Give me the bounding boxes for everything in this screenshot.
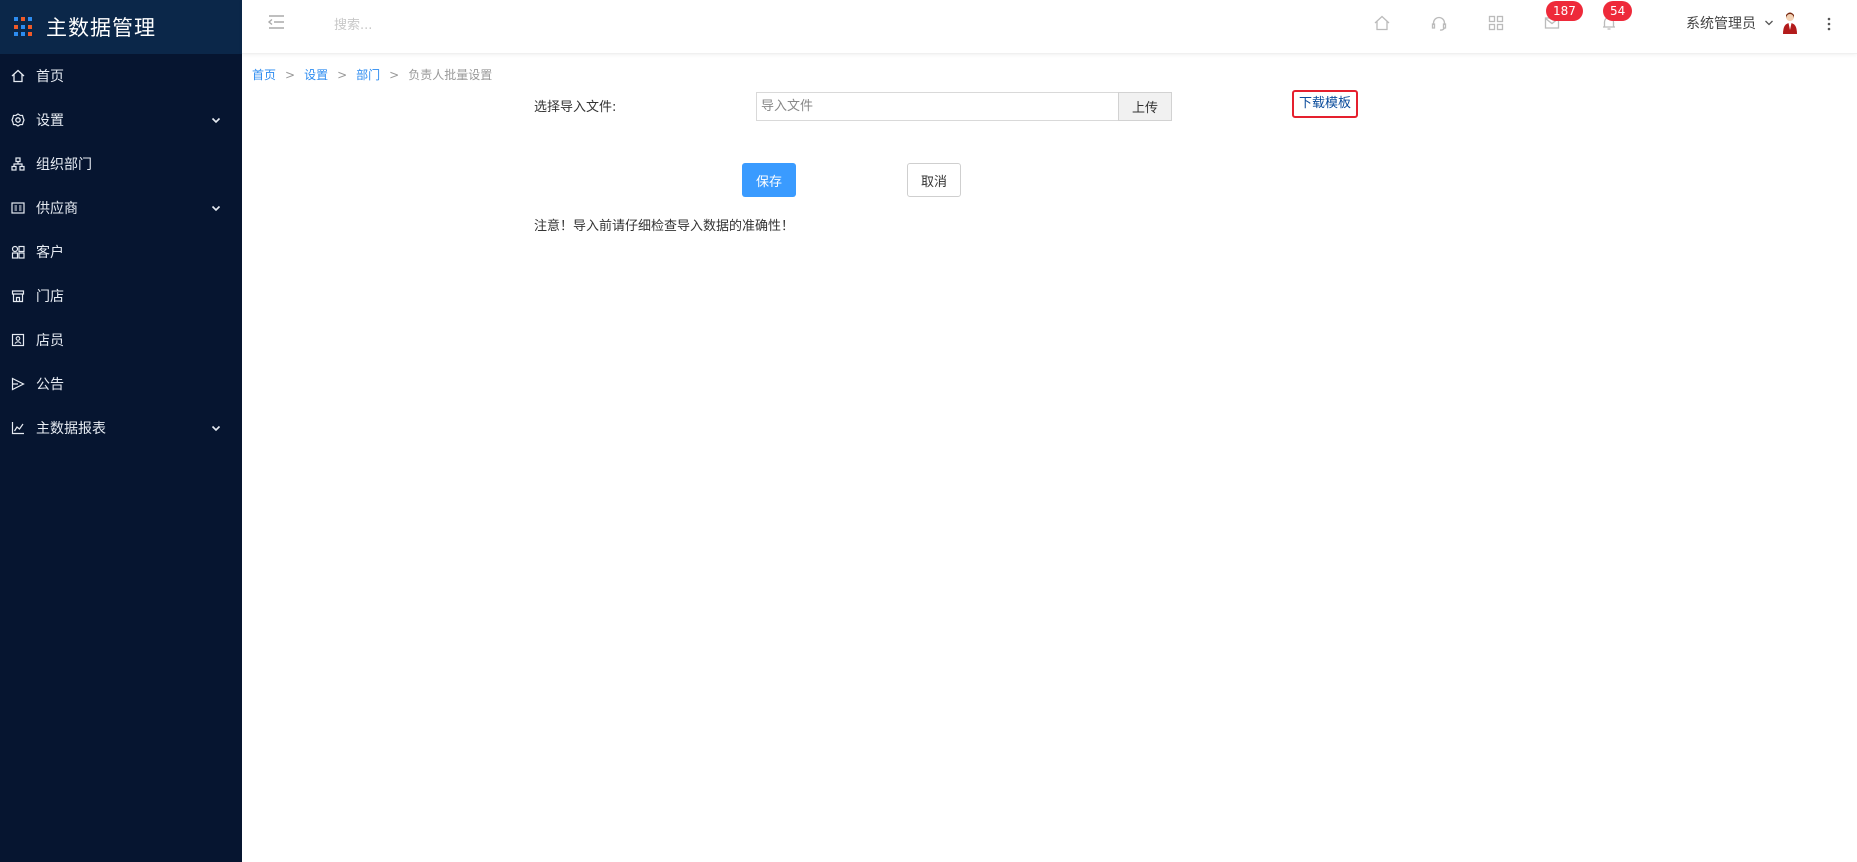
staff-badge-icon — [10, 332, 26, 348]
file-select-label: 选择导入文件: — [534, 100, 617, 115]
app-title: 主数据管理 — [46, 16, 156, 40]
import-file-input[interactable] — [756, 92, 1118, 121]
sidebar-item-settings[interactable]: 设置 — [0, 98, 242, 142]
sidebar-item-label: 供应商 — [36, 201, 78, 217]
breadcrumb-separator: > — [285, 67, 296, 82]
sidebar-item-home[interactable]: 首页 — [0, 54, 242, 98]
breadcrumb-separator: > — [389, 67, 400, 82]
search-input[interactable] — [332, 12, 616, 38]
store-icon — [10, 288, 26, 304]
home-icon[interactable] — [1373, 14, 1391, 32]
announcement-icon — [10, 376, 26, 392]
sidebar-item-label: 设置 — [36, 113, 64, 129]
sidebar-item-label: 主数据报表 — [36, 421, 106, 437]
sidebar: 主数据管理 首页 设置 组织部门 供应商 客户 门店 店员 公告 主数据报表 — [0, 0, 242, 862]
sidebar-item-label: 公告 — [36, 377, 64, 393]
sidebar-menu: 首页 设置 组织部门 供应商 客户 门店 店员 公告 主数据报表 — [0, 54, 242, 450]
save-button[interactable]: 保存 — [742, 163, 796, 197]
user-name: 系统管理员 — [1686, 16, 1756, 32]
sidebar-item-master-data-report[interactable]: 主数据报表 — [0, 406, 242, 450]
sidebar-item-label: 客户 — [36, 245, 64, 261]
user-menu[interactable]: 系统管理员 — [1686, 13, 1774, 33]
sidebar-item-supplier[interactable]: 供应商 — [0, 186, 242, 230]
home-icon — [10, 68, 26, 84]
line-chart-icon — [10, 420, 26, 436]
sidebar-item-store[interactable]: 门店 — [0, 274, 242, 318]
chevron-down-icon — [211, 205, 221, 212]
notification-badge: 54 — [1603, 1, 1633, 21]
avatar[interactable] — [1779, 10, 1801, 36]
top-header: 187 54 系统管理员 — [242, 0, 1857, 54]
sidebar-item-label: 门店 — [36, 289, 64, 305]
breadcrumb-separator: > — [337, 67, 348, 82]
upload-button[interactable]: 上传 — [1118, 92, 1172, 121]
breadcrumb-home[interactable]: 首页 — [252, 66, 276, 83]
apps-grid-icon[interactable] — [1487, 14, 1505, 32]
app-grid-logo-icon — [14, 17, 34, 37]
brand[interactable]: 主数据管理 — [0, 0, 242, 54]
breadcrumb-current: 负责人批量设置 — [408, 68, 493, 82]
sidebar-item-announcement[interactable]: 公告 — [0, 362, 242, 406]
sidebar-item-customer[interactable]: 客户 — [0, 230, 242, 274]
import-notice: 注意！导入前请仔细检查导入数据的准确性！ — [534, 219, 795, 234]
gear-icon — [10, 112, 26, 128]
download-template-link[interactable]: 下载模板 — [1292, 90, 1359, 118]
breadcrumb-department[interactable]: 部门 — [356, 66, 380, 83]
sidebar-item-label: 组织部门 — [36, 157, 92, 173]
sidebar-item-label: 店员 — [36, 333, 64, 349]
sidebar-item-label: 首页 — [36, 69, 64, 85]
chevron-down-icon — [1765, 20, 1773, 26]
org-chart-icon — [10, 156, 26, 172]
message-badge: 187 — [1546, 1, 1583, 21]
chevron-down-icon — [211, 117, 221, 124]
sidebar-item-org-department[interactable]: 组织部门 — [0, 142, 242, 186]
more-vertical-icon[interactable] — [1826, 14, 1832, 34]
breadcrumb-settings[interactable]: 设置 — [304, 66, 328, 83]
sidebar-item-staff[interactable]: 店员 — [0, 318, 242, 362]
headset-icon[interactable] — [1430, 14, 1448, 32]
chevron-down-icon — [211, 425, 221, 432]
supplier-card-icon — [10, 200, 26, 216]
breadcrumb: 首页 > 设置 > 部门 > 负责人批量设置 — [252, 66, 492, 83]
cancel-button[interactable]: 取消 — [907, 163, 961, 197]
customer-grid-icon — [10, 244, 26, 260]
menu-collapse-icon[interactable] — [266, 12, 286, 32]
